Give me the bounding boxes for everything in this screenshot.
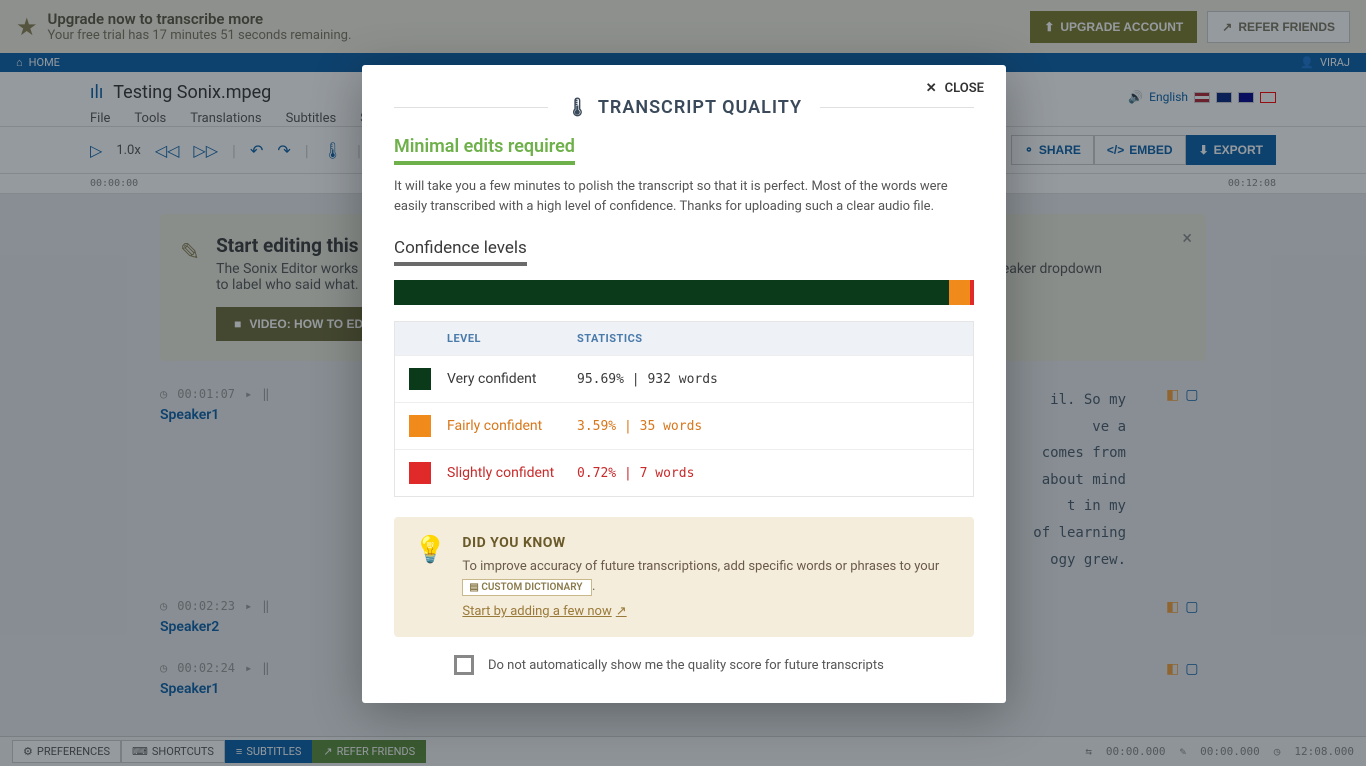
no-show-label: Do not automatically show me the quality… <box>488 658 884 673</box>
confidence-bar-chart <box>394 280 974 305</box>
table-row: Fairly confident 3.59% | 35 words <box>395 402 973 449</box>
thermometer-icon: 🌡 <box>566 97 590 118</box>
no-show-checkbox[interactable] <box>454 655 474 675</box>
list-icon: ▤ <box>469 582 478 593</box>
start-adding-link[interactable]: Start by adding a few now ↗ <box>462 604 626 619</box>
table-row: Slightly confident 0.72% | 7 words <box>395 449 973 496</box>
custom-dictionary-link[interactable]: ▤ CUSTOM DICTIONARY <box>462 579 592 596</box>
col-level: LEVEL <box>447 332 577 345</box>
confidence-bar-slightly <box>970 280 974 305</box>
close-modal-button[interactable]: ✕ CLOSE <box>926 81 984 96</box>
lightbulb-icon: 💡 <box>414 535 446 619</box>
col-stats: STATISTICS <box>577 332 643 345</box>
dyk-title: DID YOU KNOW <box>462 535 954 551</box>
table-row: Very confident 95.69% | 932 words <box>395 355 973 402</box>
confidence-bar-very <box>394 280 949 305</box>
quality-description: It will take you a few minutes to polish… <box>394 177 974 216</box>
swatch-slightly-confident <box>409 462 431 484</box>
transcript-quality-modal: ✕ CLOSE 🌡 TRANSCRIPT QUALITY Minimal edi… <box>362 65 1006 703</box>
did-you-know-panel: 💡 DID YOU KNOW To improve accuracy of fu… <box>394 517 974 637</box>
confidence-table: LEVEL STATISTICS Very confident 95.69% |… <box>394 321 974 497</box>
confidence-bar-fairly <box>949 280 970 305</box>
no-show-option: Do not automatically show me the quality… <box>394 637 974 675</box>
swatch-fairly-confident <box>409 415 431 437</box>
dyk-body: To improve accuracy of future transcript… <box>462 557 954 596</box>
external-link-icon: ↗ <box>616 604 627 619</box>
close-icon: ✕ <box>926 81 937 96</box>
modal-title: 🌡 TRANSCRIPT QUALITY <box>394 87 974 136</box>
swatch-very-confident <box>409 368 431 390</box>
quality-summary-heading: Minimal edits required <box>394 136 575 165</box>
confidence-levels-heading: Confidence levels <box>394 238 527 266</box>
